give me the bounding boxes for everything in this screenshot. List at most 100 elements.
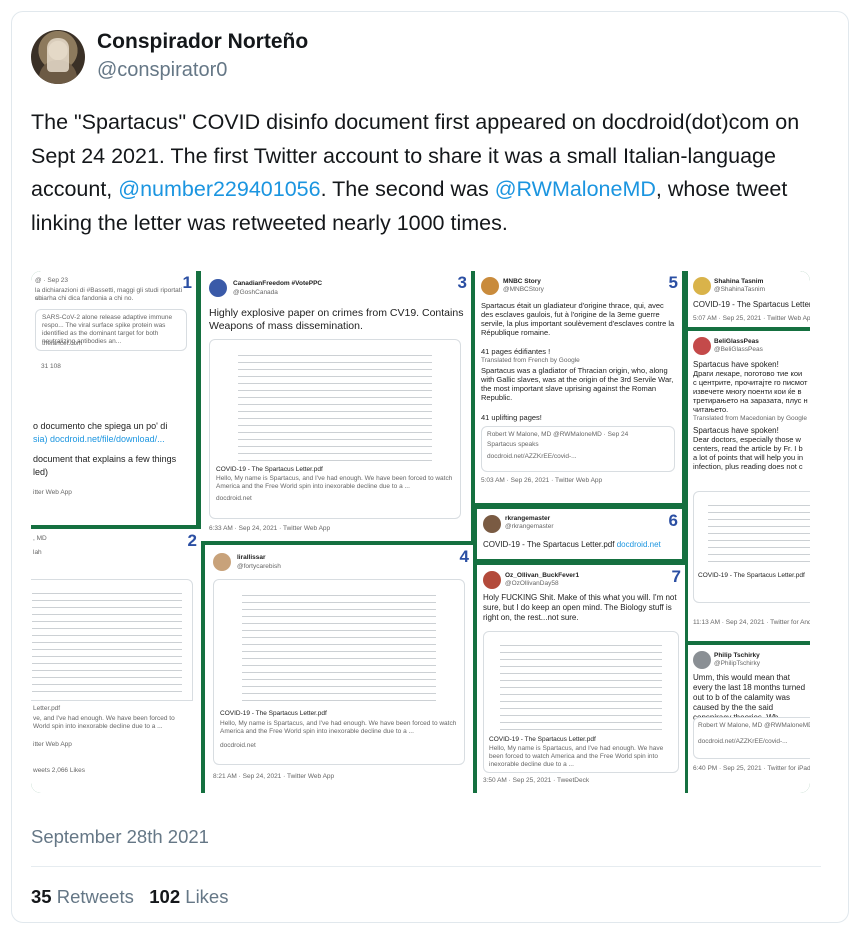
panel-footer: itter Web App	[33, 489, 72, 496]
panel-avatar	[209, 279, 227, 297]
likes-count: 102	[149, 886, 181, 907]
author-handle[interactable]: @conspirator0	[97, 59, 227, 82]
panel-body: Holy FUCKING Shit. Make of this what you…	[483, 593, 677, 622]
panel-avatar	[481, 277, 499, 295]
tweet-text-part-2: . The second was	[320, 177, 495, 201]
collage-panel-8: Shahina Tasnim @ShahinaTasnim COVID-19 -…	[688, 271, 810, 327]
tweet-text: The "Spartacus" COVID disinfo document f…	[31, 106, 821, 240]
mention-link-2[interactable]: @RWMaloneMD	[495, 177, 656, 201]
panel-body: o documento che spiega un po' di	[33, 421, 168, 431]
quoted-link: docdroid.net/AZZKrEE/covid-...	[698, 738, 788, 745]
collage-panel-4: 4 lirallissar @fortycarebish COVID-19 - …	[205, 545, 473, 793]
panel-header: BeliGlassPeas	[714, 338, 759, 345]
panel-footer: 3:50 AM · Sep 25, 2021 · TweetDeck	[483, 777, 590, 784]
panel-body: COVID-19 - The Spartacus Letter.	[693, 300, 810, 309]
panel-avatar	[693, 277, 711, 295]
card-title: COVID-19 - The Spartacus Letter.pdf	[220, 710, 327, 717]
panel-subheader: @MNBCStory	[503, 286, 544, 293]
panel-header: Philip Tschirky	[714, 652, 760, 659]
avatar-figure-shape	[47, 38, 69, 72]
panel-footer: 11:13 AM · Sep 24, 2021 · Twitter for An…	[693, 619, 810, 626]
collage-panel-6: 6 rkrangemaster @rkrangemaster COVID-19 …	[477, 509, 682, 559]
panel-header: CanadianFreedom #VotePPC	[233, 280, 323, 287]
quoted-author: Robert W Malone, MD @RWMaloneMD	[698, 722, 810, 729]
author-avatar[interactable]	[31, 30, 85, 84]
panel-footer: 5:07 AM · Sep 25, 2021 · Twitter Web App	[693, 315, 810, 322]
panel-line: chiarha chi dica fandonia a chi no.	[35, 295, 134, 302]
collage-panel-9: BeliGlassPeas @BeliGlassPeas Spartacus h…	[688, 331, 810, 641]
engagement-counts: 31 108	[41, 363, 61, 370]
panel-header: lirallissar	[237, 554, 266, 561]
quoted-author: Robert W Malone, MD @RWMaloneMD · Sep 24	[487, 431, 629, 438]
collage-panel-5: 5 MNBC Story @MNBCStory Spartacus était …	[475, 271, 682, 503]
likes-label: Likes	[185, 886, 229, 907]
panel-footer: 5:03 AM · Sep 26, 2021 · Twitter Web App	[481, 477, 603, 484]
quoted-tweet: Robert W Malone, MD @RWMaloneMD docdroid…	[693, 717, 810, 759]
document-card: COVID-19 - The Spartacus Letter.pdf Hell…	[213, 579, 465, 765]
engagement-counts: weets 2,066 Likes	[33, 767, 86, 774]
document-card: COVID-19 - The Spartacus Letter.pdf	[693, 491, 810, 603]
author-name[interactable]: Conspirador Norteño	[97, 30, 308, 54]
retweets-stat[interactable]: 35 Retweets	[31, 886, 134, 907]
panel-link: docdroid.net	[616, 540, 661, 549]
panel-body: Highly explosive paper on crimes from CV…	[209, 307, 464, 332]
panel-footer: itter Web App	[33, 741, 72, 748]
panel-header: MNBC Story	[503, 278, 541, 285]
panel-number: 5	[668, 273, 678, 292]
panel-header: rkrangemaster	[505, 515, 551, 522]
panel-number: 4	[459, 547, 469, 566]
panel-header: Oz_Ollivan_BuckFever1	[505, 572, 580, 579]
panel-body: Драги лекаре, поготово тие кои с центрит…	[693, 369, 808, 414]
quoted-source: thelancet.com	[42, 340, 83, 347]
card-text: Hello, My name is Spartacus, and I've ha…	[220, 720, 457, 735]
quoted-text: Spartacus speaks	[487, 441, 539, 448]
quoted-link-card: SARS-CoV-2 alone release adaptive immune…	[35, 309, 187, 351]
panel-avatar	[693, 337, 711, 355]
panel-number: 6	[668, 511, 678, 530]
panel-body: COVID-19 - The Spartacus Letter.pdf docd…	[483, 539, 661, 550]
card-title: COVID-19 - The Spartacus Letter.pdf	[489, 736, 596, 743]
panel-link: sia) docdroid.net/file/download/...	[33, 434, 165, 444]
panel-subheader: @BeliGlassPeas	[714, 346, 763, 353]
panel-body: led)	[33, 467, 49, 477]
translated-note: Translated from French by Google	[481, 357, 580, 364]
translated-note: Translated from Macedonian by Google	[693, 415, 807, 422]
panel-footer: 6:40 PM · Sep 25, 2021 · Twitter for iPa…	[693, 765, 810, 772]
panel-footer: 6:33 AM · Sep 24, 2021 · Twitter Web App	[209, 525, 331, 532]
panel-body: Umm, this would mean that every the last…	[693, 673, 806, 722]
panel-avatar	[483, 515, 501, 533]
collage-panel-10: Philip Tschirky @PhilipTschirky Umm, thi…	[688, 645, 810, 793]
panel-number: 3	[457, 273, 467, 292]
quoted-tweet: Robert W Malone, MD @RWMaloneMD · Sep 24…	[481, 426, 675, 472]
panel-subheader: lah	[33, 549, 42, 556]
retweets-label: Retweets	[56, 886, 134, 907]
media-collage-image[interactable]: 1 @ · Sep 23 la dichiarazioni di #Basset…	[31, 271, 810, 793]
panel-number: 7	[671, 567, 681, 586]
panel-avatar	[483, 571, 501, 589]
panel-subheader: @OzOllivanDay58	[505, 580, 559, 587]
likes-stat[interactable]: 102 Likes	[149, 886, 228, 907]
collage-panel-3: 3 CanadianFreedom #VotePPC @GoshCanada H…	[201, 271, 471, 541]
card-source: docdroid.net	[216, 495, 252, 502]
card-title: COVID-19 - The Spartacus Letter.pdf	[216, 466, 323, 473]
panel-subheader: @rkrangemaster	[505, 523, 554, 530]
panel-header: @ · Sep 23	[35, 277, 68, 284]
panel-avatar	[213, 553, 231, 571]
panel-avatar	[693, 651, 711, 669]
document-preview	[31, 579, 193, 701]
panel-header: Shahina Tasnim	[714, 278, 764, 285]
panel-body: document that explains a few things	[33, 454, 177, 464]
mention-link-1[interactable]: @number229401056	[118, 177, 320, 201]
panel-subheader: @GoshCanada	[233, 289, 278, 296]
panel-subheader: @fortycarebish	[237, 563, 281, 570]
collage-panel-2: 2 , MD lah Letter.pdf ve, and I've had e…	[31, 529, 201, 793]
panel-body: 41 uplifting pages!	[481, 413, 542, 422]
panel-body-text: COVID-19 - The Spartacus Letter.pdf	[483, 540, 615, 549]
card-text: Hello, My name is Spartacus, and I've ha…	[216, 475, 453, 490]
panel-number: 2	[187, 531, 197, 550]
panel-body: Spartacus était un gladiateur d'origine …	[481, 301, 675, 337]
retweets-count: 35	[31, 886, 52, 907]
card-text: Hello, My name is Spartacus, and I've ha…	[489, 745, 664, 768]
engagement-stats: 35 Retweets 102 Likes	[31, 886, 228, 908]
tweet-timestamp[interactable]: September 28th 2021	[31, 826, 209, 848]
